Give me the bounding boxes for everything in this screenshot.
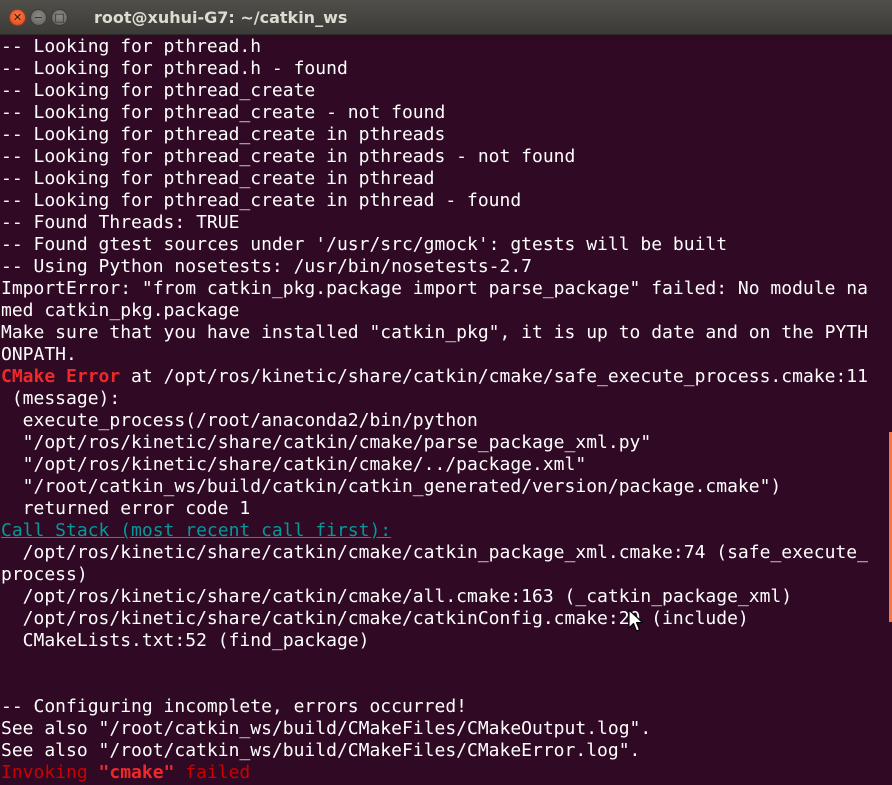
window-titlebar[interactable]: ✕ − □ root@xuhui-G7: ~/catkin_ws <box>0 0 892 35</box>
terminal-line: "/opt/ros/kinetic/share/catkin/cmake/par… <box>1 432 652 453</box>
minimize-button[interactable]: − <box>30 9 47 26</box>
terminal-line: -- Looking for pthread.h - found <box>1 58 348 79</box>
invoking-failed-line: Invoking "cmake" failed <box>1 762 886 784</box>
terminal-line: -- Using Python nosetests: /usr/bin/nose… <box>1 256 533 277</box>
invoking-command: "cmake" <box>98 762 175 783</box>
terminal-line: See also "/root/catkin_ws/build/CMakeFil… <box>1 740 641 761</box>
terminal-line: returned error code 1 <box>1 498 251 519</box>
terminal-line: /opt/ros/kinetic/share/catkin/cmake/catk… <box>1 608 749 629</box>
terminal-line: "/opt/ros/kinetic/share/catkin/cmake/../… <box>1 454 587 475</box>
terminal-line: -- Configuring incomplete, errors occurr… <box>1 696 467 717</box>
invoking-suffix: failed <box>174 762 251 783</box>
terminal-line: Make sure that you have installed "catki… <box>1 322 868 343</box>
cmake-error-label: CMake Error <box>1 366 121 387</box>
window-controls: ✕ − □ <box>9 9 68 26</box>
window-title: root@xuhui-G7: ~/catkin_ws <box>94 8 348 27</box>
terminal-line: execute_process(/root/anaconda2/bin/pyth… <box>1 410 478 431</box>
invoking-prefix: Invoking <box>1 762 99 783</box>
terminal-line: /opt/ros/kinetic/share/catkin/cmake/catk… <box>1 542 868 563</box>
cmake-error-line: CMake Error at /opt/ros/kinetic/share/ca… <box>1 366 886 388</box>
terminal-line: /opt/ros/kinetic/share/catkin/cmake/all.… <box>1 586 793 607</box>
terminal-line: process) <box>1 564 88 585</box>
terminal-output[interactable]: -- Looking for pthread.h -- Looking for … <box>1 36 886 785</box>
terminal-line: ImportError: "from catkin_pkg.package im… <box>1 278 868 299</box>
terminal-line: -- Looking for pthread_create in pthread… <box>1 146 576 167</box>
terminal-line: med catkin_pkg.package <box>1 300 240 321</box>
maximize-button[interactable]: □ <box>51 9 68 26</box>
terminal-line: -- Looking for pthread.h <box>1 36 262 57</box>
terminal-line: (message): <box>1 388 121 409</box>
terminal-line: -- Looking for pthread_create - not foun… <box>1 102 446 123</box>
terminal-line: ONPATH. <box>1 344 77 365</box>
close-button[interactable]: ✕ <box>9 9 26 26</box>
terminal-line: CMakeLists.txt:52 (find_package) <box>1 630 370 651</box>
mouse-pointer-icon <box>628 609 644 632</box>
terminal-line: "/root/catkin_ws/build/catkin/catkin_gen… <box>1 476 782 497</box>
terminal-line: -- Found Threads: TRUE <box>1 212 240 233</box>
terminal-line: -- Looking for pthread_create in pthread <box>1 168 435 189</box>
call-stack-line: Call Stack (most recent call first): <box>1 520 886 542</box>
terminal-line: -- Looking for pthread_create in pthread… <box>1 124 446 145</box>
terminal-line: -- Looking for pthread_create in pthread… <box>1 190 522 211</box>
terminal-line: -- Looking for pthread_create <box>1 80 316 101</box>
cmake-error-location: at /opt/ros/kinetic/share/catkin/cmake/s… <box>120 366 868 387</box>
terminal-line: -- Found gtest sources under '/usr/src/g… <box>1 234 728 255</box>
terminal-line: See also "/root/catkin_ws/build/CMakeFil… <box>1 718 652 739</box>
call-stack-label: Call Stack (most recent call first): <box>1 520 392 541</box>
